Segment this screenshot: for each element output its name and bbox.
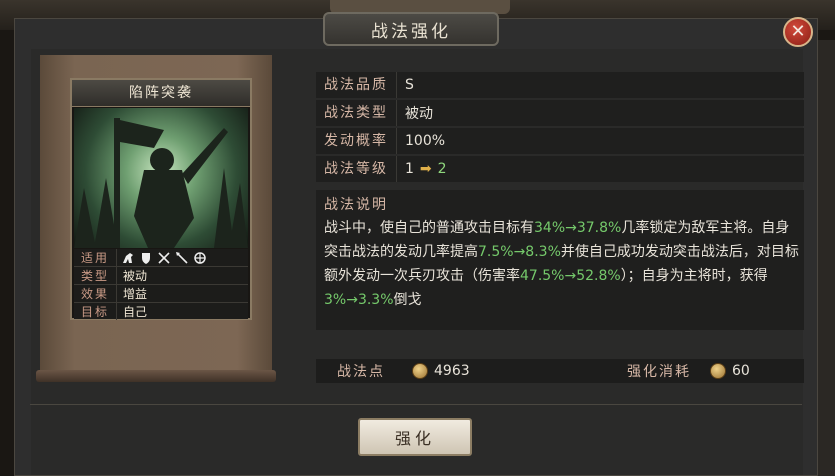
desc-segment: ）；自身为主将时，获得 [620,268,768,284]
description-title: 战法说明 [324,197,388,213]
divider [30,404,802,405]
attr-value: 自己 [123,305,148,319]
enhance-button[interactable]: 强化 [358,418,472,456]
attr-key: 类型 [74,267,117,284]
attr-row-type: 类型 被动 [74,267,248,285]
level-row: 战法等级 1 ➡ 2 [316,156,804,182]
description-box: 战法说明 战斗中，使自己的普通攻击目标有34%→37.8%几率锁定为敌军主将。自… [316,190,804,330]
attr-value: 被动 [123,269,148,283]
bow-icon [158,251,170,264]
attr-row-troops: 适用 [74,249,248,267]
shield-icon [142,252,150,264]
cost-label: 强化消耗 [627,364,691,380]
description-text: 战斗中，使自己的普通攻击目标有34%→37.8%几率锁定为敌军主将。自身突击战法… [324,216,802,312]
points-value: 4963 [434,363,470,379]
rate-value: 100% [405,133,446,149]
attr-key: 适用 [74,249,117,266]
close-icon: ✕ [790,21,806,42]
attr-row-target: 目标 自己 [74,303,248,320]
points-bar: 战法点 4963 强化消耗 60 [316,359,804,383]
rate-row: 发动概率 100% [316,128,804,154]
tactic-point-icon [412,363,428,379]
tactic-card: 陷阵突袭 适用 类型 被动 效果 增益 目标 自己 [70,78,252,320]
rate-label: 发动概率 [316,128,397,154]
attr-value: 增益 [123,287,148,301]
points-label: 战法点 [337,364,385,380]
desc-highlight: 47.5%→52.8% [520,268,621,284]
type-value: 被动 [405,106,433,122]
cavalry-icon [123,252,133,263]
close-button[interactable]: ✕ [783,17,813,47]
quality-label: 战法品质 [316,72,397,98]
tactic-point-icon [710,363,726,379]
card-attributes: 适用 类型 被动 效果 增益 目标 自己 [74,249,248,320]
quality-row: 战法品质 S [316,72,804,98]
desc-segment: 战斗中，使自己的普通攻击目标有 [324,220,534,236]
attr-key: 效果 [74,285,117,302]
cost-value: 60 [732,363,750,379]
scroll-roller [36,370,276,382]
type-label: 战法类型 [316,100,397,126]
type-row: 战法类型 被动 [316,100,804,126]
siege-icon [194,251,206,264]
desc-highlight: 34%→37.8% [534,220,622,236]
card-art-image [74,108,248,248]
attr-key: 目标 [74,303,117,320]
quality-value: S [405,77,414,93]
arrow-right-icon: ➡ [419,161,432,177]
desc-segment: 倒戈 [393,292,422,308]
level-value: 1 ➡ 2 [397,161,447,177]
level-to: 2 [437,161,447,177]
level-from: 1 [405,161,414,177]
level-label: 战法等级 [316,156,397,182]
attr-row-effect: 效果 增益 [74,285,248,303]
desc-highlight: 3%→3.3% [324,292,394,308]
window-title: 战法强化 [323,12,499,46]
troop-icons [117,251,207,265]
spear-icon [176,251,188,264]
card-name: 陷阵突袭 [72,80,250,107]
desc-highlight: 7.5%→8.3% [478,244,561,260]
